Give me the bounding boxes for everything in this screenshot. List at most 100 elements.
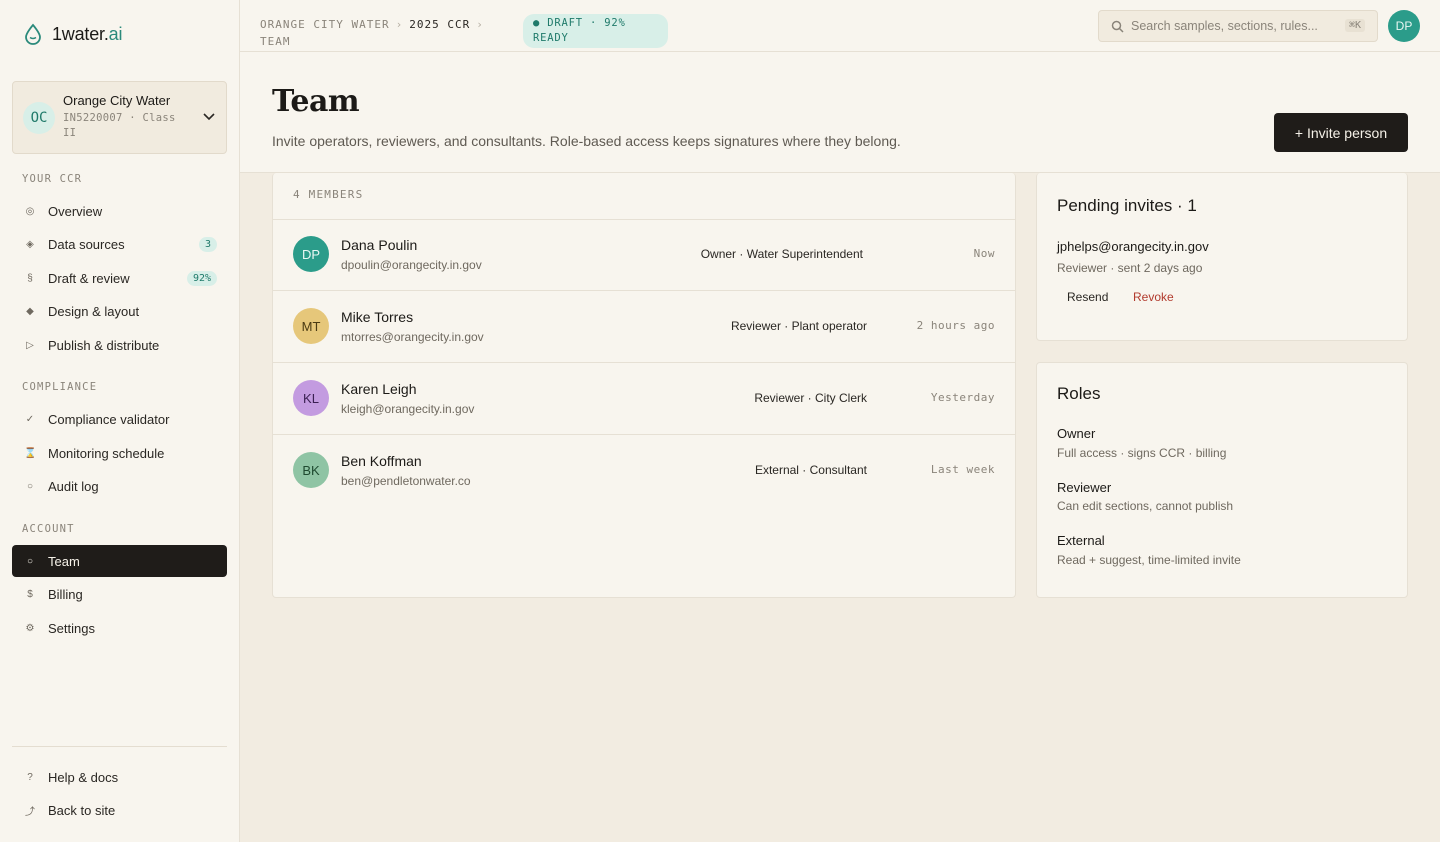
- role-description: Read + suggest, time-limited invite: [1057, 553, 1241, 567]
- org-name: Orange City Water: [63, 93, 171, 108]
- sidebar-item-label: Settings: [48, 620, 95, 636]
- page-header: Team Invite operators, reviewers, and co…: [240, 52, 1440, 173]
- breadcrumb-report[interactable]: 2025 CCR: [409, 18, 470, 31]
- member-email: ben@pendletonwater.co: [341, 474, 471, 488]
- sidebar-item-draft-review[interactable]: § Draft & review 92%: [12, 262, 227, 294]
- play-icon: ▷: [26, 339, 34, 351]
- diamond-icon: ◆: [26, 305, 34, 317]
- sidebar-item-billing[interactable]: $ Billing: [12, 578, 227, 610]
- breadcrumb-separator: ›: [395, 18, 404, 31]
- brand-name: 1water.ai: [52, 23, 123, 44]
- member-name: Dana Poulin: [341, 237, 418, 253]
- sidebar-item-compliance-validator[interactable]: ✓ Compliance validator: [12, 403, 227, 435]
- section-icon: §: [27, 272, 33, 284]
- chevron-down-icon: [203, 113, 215, 121]
- org-avatar: OC: [23, 102, 55, 134]
- member-name: Ben Koffman: [341, 453, 422, 469]
- member-last-active: Now: [973, 247, 995, 260]
- sidebar-item-label: Design & layout: [48, 303, 140, 319]
- sidebar-item-audit-log[interactable]: ○ Audit log: [12, 470, 227, 502]
- org-switcher[interactable]: OC Orange City Water IN5220007 · Class I…: [12, 81, 227, 154]
- member-avatar: BK: [293, 452, 329, 488]
- brand[interactable]: 1water.ai: [22, 22, 122, 46]
- search-input[interactable]: [1131, 16, 1331, 36]
- member-email: dpoulin@orangecity.in.gov: [341, 258, 482, 272]
- member-row[interactable]: DP Dana Poulin dpoulin@orangecity.in.gov…: [273, 219, 1015, 291]
- member-email: mtorres@orangecity.in.gov: [341, 330, 484, 344]
- section-label-account: ACCOUNT: [22, 523, 75, 535]
- sidebar-item-back-to-site[interactable]: ⤴ Back to site: [12, 794, 227, 826]
- sidebar-divider: [12, 746, 227, 747]
- user-avatar[interactable]: DP: [1388, 10, 1420, 42]
- sidebar-item-design-layout[interactable]: ◆ Design & layout: [12, 295, 227, 327]
- circle-icon: ○: [26, 480, 34, 492]
- member-row[interactable]: BK Ben Koffman ben@pendletonwater.co Ext…: [273, 435, 1015, 507]
- external-arrow-icon: ⤴: [25, 806, 35, 818]
- sidebar-item-label: Back to site: [48, 802, 116, 818]
- sidebar-item-overview[interactable]: ◎ Overview: [12, 195, 227, 227]
- role-name: Owner: [1057, 426, 1096, 441]
- member-email: kleigh@orangecity.in.gov: [341, 402, 475, 416]
- sidebar-item-label: Data sources: [48, 236, 125, 252]
- page-title: Team: [272, 84, 360, 119]
- sidebar-item-label: Monitoring schedule: [48, 445, 165, 461]
- member-role[interactable]: Owner · Water Superintendent: [701, 247, 863, 261]
- team-icon: ○: [26, 555, 34, 567]
- topbar: ORANGE CITY WATER › 2025 CCR › TEAM ● DRAFT …: [240, 0, 1440, 52]
- member-name: Mike Torres: [341, 309, 414, 325]
- check-icon: ✓: [25, 413, 35, 425]
- sidebar-item-label: Overview: [48, 203, 103, 219]
- member-avatar: DP: [293, 236, 329, 272]
- sidebar-item-label: Publish & distribute: [48, 337, 160, 353]
- roles-title: Roles: [1057, 384, 1101, 403]
- sidebar: 1water.ai OC Orange City Water IN5220007…: [0, 0, 240, 842]
- revoke-button[interactable]: Revoke: [1133, 290, 1174, 304]
- resend-button[interactable]: Resend: [1067, 290, 1108, 304]
- sidebar-item-label: Billing: [48, 586, 83, 602]
- roles-card: Roles Owner Full access · signs CCR · bi…: [1036, 362, 1408, 598]
- breadcrumb-org[interactable]: ORANGE CITY WATER: [260, 18, 390, 31]
- page-subtitle: Invite operators, reviewers, and consult…: [272, 133, 901, 149]
- member-row[interactable]: MT Mike Torres mtorres@orangecity.in.gov…: [273, 291, 1015, 363]
- member-name: Karen Leigh: [341, 381, 417, 397]
- sidebar-item-label: Audit log: [48, 478, 99, 494]
- progress-badge: 92%: [186, 271, 217, 286]
- pending-invites-title: Pending invites · 1: [1057, 196, 1197, 215]
- member-row[interactable]: KL Karen Leigh kleigh@orangecity.in.gov …: [273, 363, 1015, 435]
- breadcrumb-current: TEAM: [260, 35, 291, 48]
- status-badge: ● DRAFT · 92% READY: [523, 14, 668, 48]
- section-label-compliance: COMPLIANCE: [22, 381, 98, 393]
- members-count: 4 MEMBERS: [293, 188, 364, 201]
- member-role[interactable]: Reviewer · City Clerk: [754, 391, 867, 405]
- member-role[interactable]: External · Consultant: [755, 463, 867, 477]
- sidebar-item-label: Team: [48, 553, 80, 569]
- sidebar-item-settings[interactable]: ⚙ Settings: [12, 612, 227, 644]
- members-list: 4 MEMBERS DP Dana Poulin dpoulin@orangec…: [272, 173, 1016, 598]
- role-name: Reviewer: [1057, 480, 1112, 495]
- member-role[interactable]: Reviewer · Plant operator: [731, 319, 867, 333]
- sidebar-item-monitoring-schedule[interactable]: ⌛ Monitoring schedule: [12, 437, 227, 469]
- search-icon: [1111, 20, 1124, 33]
- member-avatar: KL: [293, 380, 329, 416]
- sidebar-item-publish[interactable]: ▷ Publish & distribute: [12, 329, 227, 361]
- member-last-active: 2 hours ago: [916, 319, 995, 332]
- breadcrumb: ORANGE CITY WATER › 2025 CCR › TEAM: [260, 16, 490, 50]
- invite-person-button[interactable]: + Invite person: [1274, 113, 1408, 152]
- pending-invites-card: Pending invites · 1 jphelps@orangecity.i…: [1036, 173, 1408, 341]
- sidebar-item-help[interactable]: ? Help & docs: [12, 761, 227, 793]
- sidebar-item-data-sources[interactable]: ◈ Data sources 3: [12, 228, 227, 260]
- count-badge: 3: [198, 237, 217, 252]
- search-box[interactable]: ⌘K: [1098, 10, 1378, 42]
- role-name: External: [1057, 533, 1105, 548]
- member-avatar: MT: [293, 308, 329, 344]
- sidebar-item-label: Help & docs: [48, 769, 119, 785]
- sidebar-item-label: Compliance validator: [48, 411, 170, 427]
- dollar-icon: $: [27, 588, 33, 600]
- question-icon: ?: [27, 771, 33, 783]
- data-sources-icon: ◈: [26, 238, 34, 250]
- role-description: Can edit sections, cannot publish: [1057, 499, 1234, 513]
- role-description: Full access · signs CCR · billing: [1057, 446, 1227, 460]
- water-drop-icon: [25, 23, 41, 45]
- sidebar-item-team[interactable]: ○ Team: [12, 545, 227, 577]
- shortcut-hint: ⌘K: [1344, 19, 1365, 32]
